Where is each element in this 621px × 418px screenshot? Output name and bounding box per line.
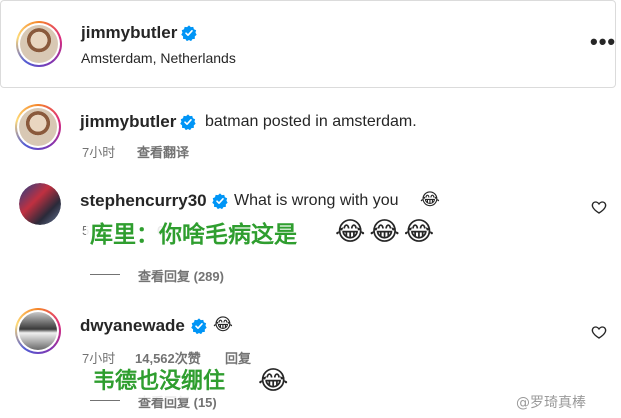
comment-username[interactable]: stephencurry30 (80, 191, 207, 211)
replies-divider (90, 400, 120, 401)
heart-icon[interactable] (591, 324, 607, 340)
replies-divider (90, 274, 120, 275)
overlay-caption-text: 韦德也没绷住 (93, 369, 226, 394)
verified-badge-icon (191, 318, 207, 334)
post-author-avatar[interactable] (15, 104, 61, 150)
more-horizontal-icon[interactable]: ••• (590, 29, 616, 55)
comment-text: What is wrong with you (234, 192, 399, 209)
comment-avatar-stephencurry30[interactable] (19, 183, 61, 225)
comment-time[interactable]: 7小时 (82, 348, 115, 367)
overlay-caption-wade: 韦德也没绷住 (89, 366, 230, 398)
post-caption-text: batman posted in amsterdam. (205, 113, 417, 130)
view-replies-link[interactable]: 查看回复 (289) (138, 266, 224, 285)
comment-username[interactable]: dwyanewade (80, 316, 185, 336)
post-time[interactable]: 7小时 (82, 142, 115, 161)
post-author-username[interactable]: jimmybutler (80, 112, 176, 132)
header-username[interactable]: jimmybutler (81, 23, 177, 43)
verified-badge-icon (212, 193, 228, 209)
heart-icon[interactable] (591, 199, 607, 215)
laughing-emoji-icon: 😂😂😂 (335, 217, 439, 247)
comment-avatar-dwyanewade[interactable] (15, 308, 61, 354)
laughing-emoji-icon: 😂 (420, 190, 440, 210)
header-avatar[interactable] (16, 21, 62, 67)
comment-likes[interactable]: 14,562次赞 (135, 348, 201, 367)
translate-link[interactable]: 查看翻译 (137, 142, 189, 161)
reply-link[interactable]: 回复 (225, 348, 251, 367)
laughing-emoji-icon: 😂 (258, 366, 289, 396)
header-location[interactable]: Amsterdam, Netherlands (81, 50, 236, 66)
verified-badge-icon (181, 25, 197, 41)
verified-badge-icon (180, 114, 196, 130)
overlay-caption-text: 库里：你啥毛病这是 (90, 222, 297, 248)
overlay-caption-curry: 库里：你啥毛病这是 (86, 218, 301, 252)
laughing-emoji-icon: 😂 (213, 315, 233, 335)
watermark: @罗琦真棒 (516, 395, 586, 411)
post-header: jimmybutler Amsterdam, Netherlands ••• (0, 0, 616, 88)
